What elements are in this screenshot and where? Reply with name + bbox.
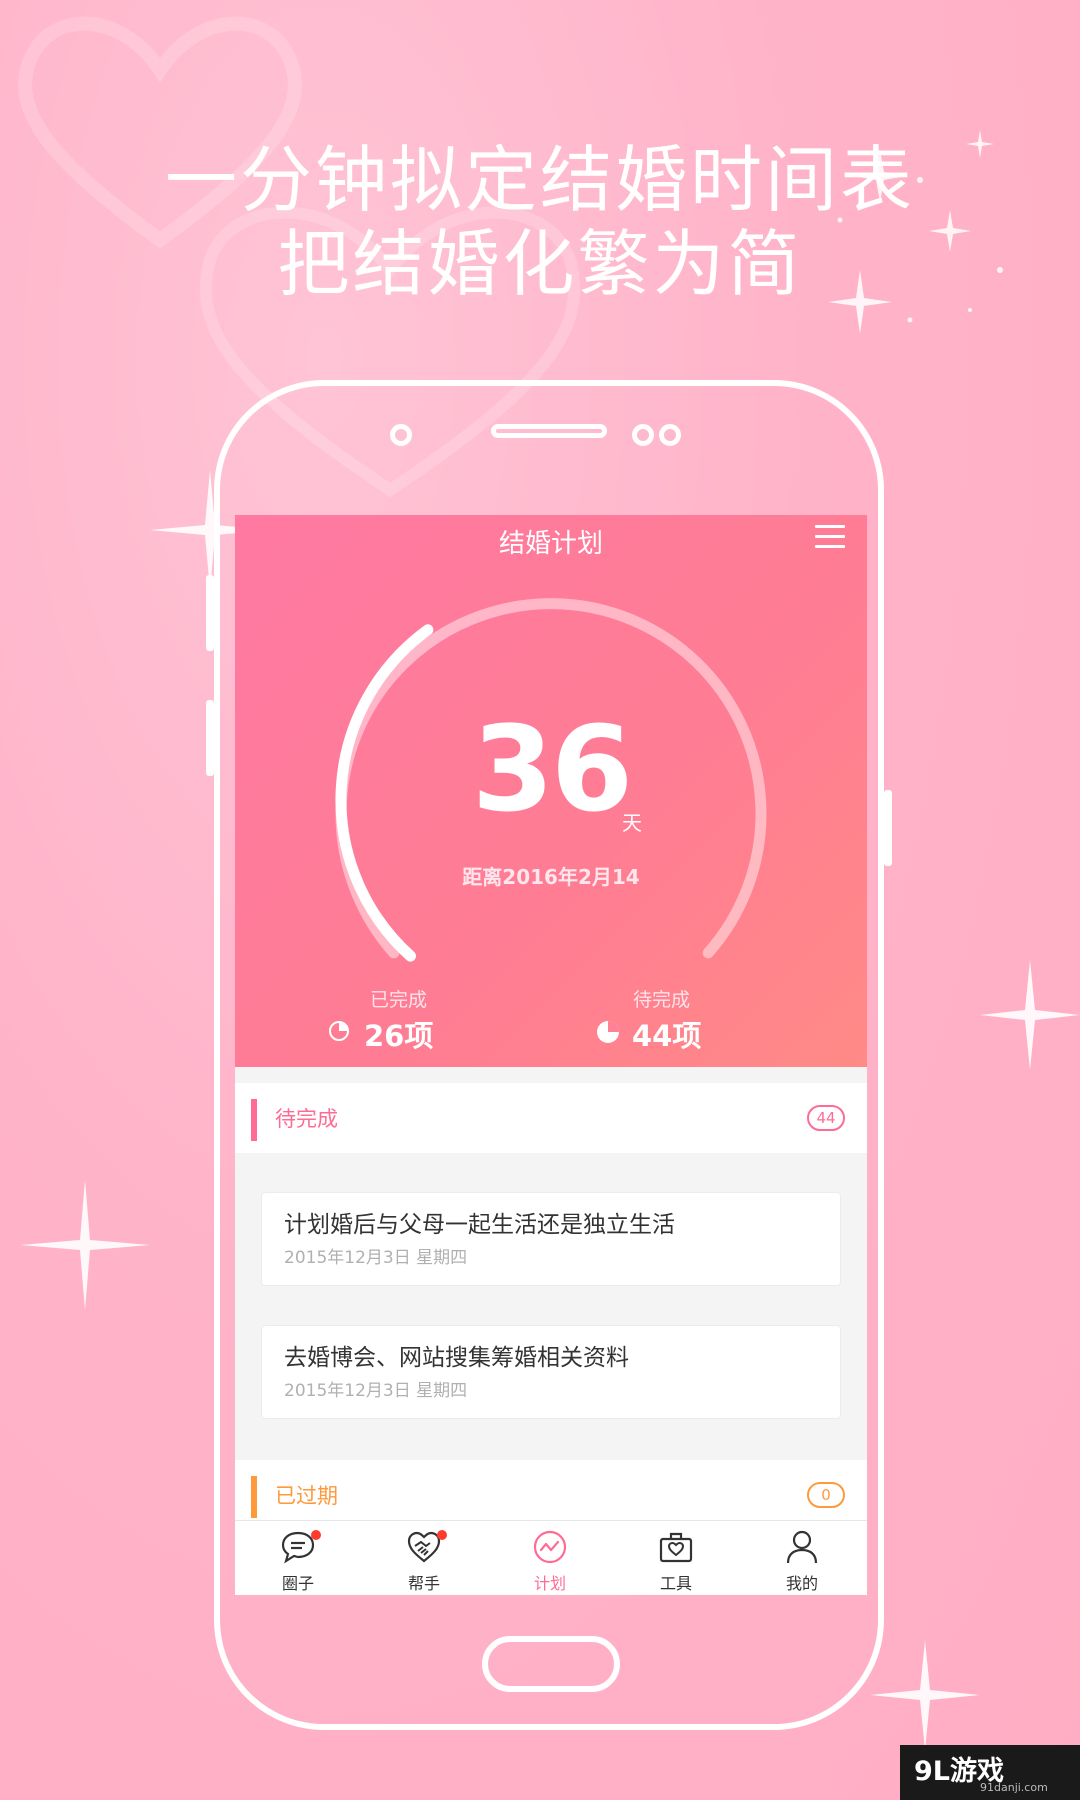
phone-side-button (206, 575, 214, 651)
phone-camera (390, 424, 412, 446)
target-date: 距离2016年2月14 (462, 865, 640, 889)
phone-side-button (206, 700, 214, 776)
tab-circle[interactable]: 圈子 (235, 1521, 361, 1595)
sparkle-decoration (870, 1640, 980, 1750)
tab-helper[interactable]: 帮手 (361, 1521, 487, 1595)
countdown-hero: 结婚计划 36 天 距离2016年2月14 已完成 26项 待完成 44项 (235, 515, 867, 1067)
pie-chart-icon (597, 1021, 619, 1043)
person-icon (786, 1530, 818, 1564)
task-card[interactable]: 去婚博会、网站搜集筹婚相关资料 2015年12月3日 星期四 (261, 1325, 841, 1419)
tab-label: 我的 (785, 1574, 818, 1593)
tab-label: 计划 (533, 1574, 566, 1593)
watermark-url: 91danji.com (980, 1781, 1048, 1794)
stat-pending-value: 44项 (632, 1019, 702, 1053)
phone-home-button (482, 1636, 620, 1692)
phone-speaker (491, 424, 607, 438)
trend-circle-icon (533, 1530, 567, 1564)
promo-headline: 一分钟拟定结婚时间表 (164, 138, 915, 222)
section-accent-bar (251, 1099, 257, 1141)
phone-sensor (659, 424, 681, 446)
days-unit: 天 (622, 811, 642, 835)
phone-sensor (632, 424, 654, 446)
tab-me[interactable]: 我的 (739, 1521, 865, 1595)
pie-chart-icon (329, 1021, 349, 1041)
tab-plan[interactable]: 计划 (487, 1521, 613, 1595)
hamburger-menu-icon[interactable] (815, 525, 845, 551)
section-pending-title: 待完成 (275, 1107, 338, 1131)
promo-subheadline: 把结婚化繁为简 (277, 222, 803, 306)
stat-completed-value: 26项 (364, 1019, 434, 1053)
bottom-tab-bar: 圈子 帮手 计划 工具 我的 (235, 1520, 867, 1595)
tab-label: 圈子 (281, 1574, 314, 1593)
tab-label: 帮手 (407, 1574, 440, 1593)
app-screen: 结婚计划 36 天 距离2016年2月14 已完成 26项 待完成 44项 待完… (235, 515, 867, 1595)
sparkle-decoration (980, 960, 1080, 1070)
tab-tools[interactable]: 工具 (613, 1521, 739, 1595)
section-accent-bar (251, 1476, 257, 1518)
stat-completed-label: 已完成 (370, 989, 428, 1011)
section-pending-header[interactable]: 待完成 44 (235, 1083, 867, 1153)
section-overdue-title: 已过期 (275, 1484, 338, 1508)
task-date: 2015年12月3日 星期四 (284, 1381, 468, 1401)
phone-power-button (884, 790, 892, 866)
sparkle-decoration (20, 1180, 150, 1310)
notification-badge (311, 1530, 321, 1540)
days-remaining: 36 (471, 700, 633, 838)
notification-badge (437, 1530, 447, 1540)
task-title: 计划婚后与父母一起生活还是独立生活 (284, 1212, 675, 1238)
section-pending-count: 44 (807, 1105, 845, 1131)
task-date: 2015年12月3日 星期四 (284, 1248, 468, 1268)
site-watermark: 9L游戏 91danji.com (900, 1745, 1080, 1800)
task-card[interactable]: 计划婚后与父母一起生活还是独立生活 2015年12月3日 星期四 (261, 1192, 841, 1286)
toolbox-icon (659, 1532, 693, 1563)
app-title: 结婚计划 (498, 529, 603, 559)
tab-label: 工具 (659, 1574, 692, 1593)
task-title: 去婚博会、网站搜集筹婚相关资料 (284, 1345, 629, 1371)
section-overdue-count: 0 (807, 1482, 845, 1508)
stat-pending-label: 待完成 (633, 989, 691, 1011)
